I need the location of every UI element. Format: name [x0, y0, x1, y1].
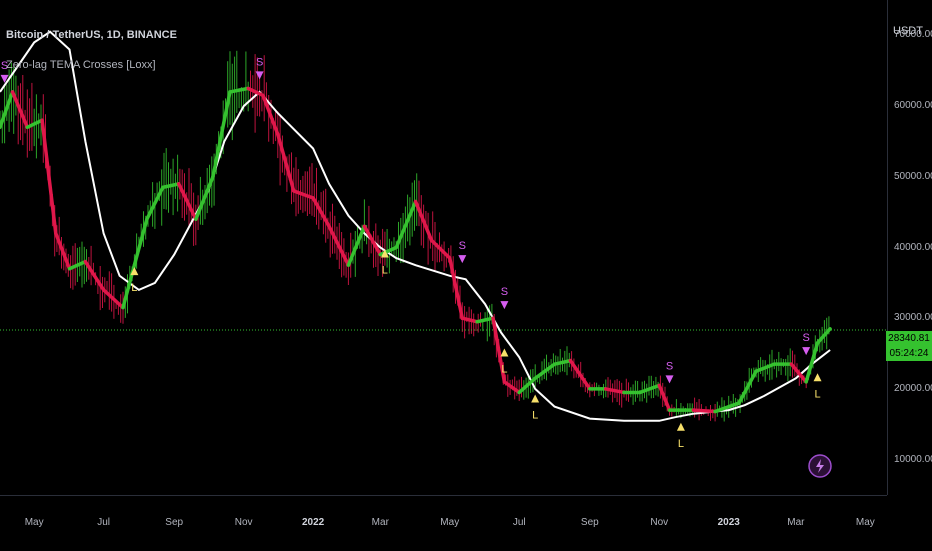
short-signal-arrow [458, 255, 467, 264]
time-tick-label: May [24, 517, 44, 528]
fast-tema-segment [10, 90, 30, 130]
slow-line [0, 30, 831, 422]
fast-tema-segment [292, 189, 315, 200]
fast-tema-segment [552, 358, 573, 366]
fast-tema-segment [0, 90, 15, 130]
bar-countdown-badge: 05:24:24 [886, 346, 932, 361]
symbol-title[interactable]: Bitcoin / TetherUS, 1D, BINANCE [6, 29, 177, 41]
time-tick-label: Jul [97, 517, 111, 528]
fast-tema-segment [327, 224, 351, 267]
fast-tema-segment [691, 408, 717, 414]
fast-tema-segment [54, 231, 72, 271]
price-tick-label: 10000.00 [894, 453, 932, 465]
long-signal-arrow [500, 348, 509, 357]
long-signal-arrow [676, 422, 685, 431]
long-signal-arrow [531, 394, 540, 403]
long-signal-arrow [813, 373, 822, 382]
long-signal-label: L [678, 438, 684, 450]
time-tick-label: May [440, 517, 460, 528]
time-tick-label: Jul [512, 517, 526, 528]
short-signal-label: S [666, 360, 673, 372]
fast-tema-segment [161, 182, 181, 190]
fast-tema-line [0, 86, 832, 414]
fast-tema-segment [737, 369, 758, 405]
signal-markers: SLSLSSLLSLSL [0, 56, 822, 450]
time-tick-label: Mar [371, 517, 389, 528]
short-signal-arrow [802, 347, 811, 356]
time-tick-label: Mar [787, 517, 805, 528]
price-tick-label: 70000.00 [894, 29, 932, 41]
long-signal-label: L [382, 265, 388, 277]
time-tick-label: Sep [165, 517, 184, 528]
price-tick-label: 50000.00 [894, 170, 932, 182]
short-signal-label: S [459, 240, 466, 252]
short-signal-arrow [665, 375, 674, 384]
short-signal-arrow [500, 301, 509, 310]
price-tick-label: 20000.00 [894, 382, 932, 394]
long-signal-label: L [814, 388, 820, 400]
current-price-badge: 28340.81 [886, 331, 932, 346]
time-tick-label: Sep [580, 517, 599, 528]
fast-tema-segment [83, 259, 106, 292]
time-tick-label: 2023 [717, 517, 740, 528]
long-signal-label: L [532, 409, 538, 421]
short-signal-label: S [256, 56, 263, 68]
price-bars [0, 50, 830, 422]
long-signal-label: L [131, 282, 137, 294]
fast-tema-segment [429, 238, 452, 260]
fast-tema-segment [101, 288, 125, 310]
lightning-icon[interactable] [808, 454, 832, 478]
fast-tema-segment [533, 362, 557, 381]
time-tick-label: 2022 [302, 517, 325, 528]
fast-tema-segment [568, 358, 592, 391]
time-tick-label: Nov [234, 517, 253, 528]
time-tick-label: Nov [650, 517, 669, 528]
time-tick-label: May [855, 517, 875, 528]
price-tick-label: 40000.00 [894, 241, 932, 253]
short-signal-label: S [501, 286, 508, 298]
short-signal-label: S [802, 332, 809, 344]
indicator-title[interactable]: Zero-lag TEMA Crosses [Loxx] [6, 59, 156, 71]
chart-plot[interactable]: SLSLSSLLSLSL [0, 0, 932, 550]
fast-tema-segment [40, 118, 58, 236]
price-tick-label: 60000.00 [894, 100, 932, 112]
long-signal-label: L [501, 364, 507, 376]
fast-tema-segment [475, 316, 495, 324]
price-tick-label: 30000.00 [894, 312, 932, 324]
